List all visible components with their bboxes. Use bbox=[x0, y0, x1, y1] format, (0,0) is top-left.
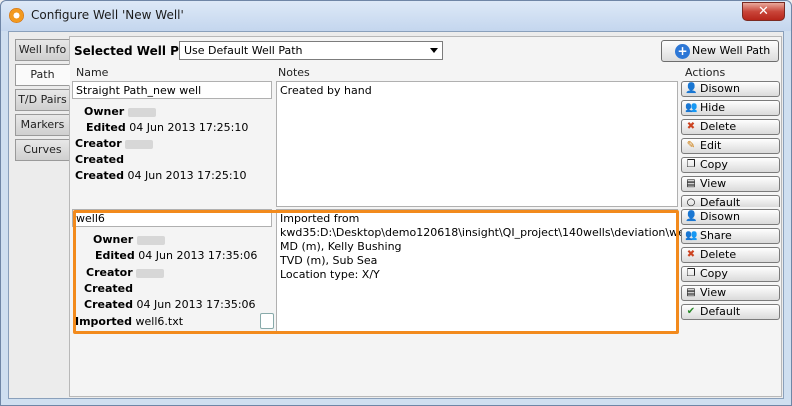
dialog-body: Well Info Path T/D Pairs Markers Curves … bbox=[8, 31, 784, 399]
delete-button[interactable]: ✖ Delete bbox=[681, 119, 780, 135]
creator-field: Creator bbox=[75, 137, 154, 150]
users-icon: 👥 bbox=[685, 230, 698, 241]
default-button[interactable]: ✔ Default bbox=[681, 304, 780, 320]
close-button[interactable]: ✕ bbox=[742, 2, 785, 21]
view-button[interactable]: ▤ View bbox=[681, 176, 780, 192]
checkmark-icon: ✔ bbox=[686, 306, 696, 317]
default-button[interactable]: ○ Default bbox=[681, 195, 780, 207]
created-date-field: Created 04 Jun 2013 17:25:10 bbox=[75, 169, 247, 182]
selected-path-highlight bbox=[73, 210, 679, 334]
chevron-down-icon bbox=[430, 48, 438, 53]
title-bar: Configure Well 'New Well' ✕ bbox=[1, 1, 791, 31]
plus-icon: + bbox=[675, 44, 690, 59]
path-panel: Selected Well Path Use Default Well Path… bbox=[69, 36, 782, 397]
tab-curves[interactable]: Curves bbox=[15, 139, 70, 161]
document-icon: ▤ bbox=[686, 287, 696, 298]
delete-button[interactable]: ✖ Delete bbox=[681, 247, 780, 263]
copy-icon: ❐ bbox=[686, 159, 696, 170]
path-row-1-notes[interactable]: Created by hand bbox=[276, 81, 678, 207]
copy-button[interactable]: ❐ Copy bbox=[681, 157, 780, 173]
user-icon: 👤 bbox=[685, 83, 698, 94]
window-title: Configure Well 'New Well' bbox=[31, 8, 184, 22]
hide-button[interactable]: 👥 Hide bbox=[681, 100, 780, 116]
app-logo-icon bbox=[9, 8, 24, 23]
disown-button[interactable]: 👤 Disown bbox=[681, 209, 780, 225]
tab-well-info[interactable]: Well Info bbox=[15, 39, 70, 61]
view-button[interactable]: ▤ View bbox=[681, 285, 780, 301]
edit-button[interactable]: ✎ Edit bbox=[681, 138, 780, 154]
configure-well-window: Configure Well 'New Well' ✕ Well Info Pa… bbox=[0, 0, 792, 406]
new-well-path-button[interactable]: + New Well Path bbox=[661, 40, 779, 62]
owner-field: Owner bbox=[84, 105, 156, 118]
copy-button[interactable]: ❐ Copy bbox=[681, 266, 780, 282]
disown-button[interactable]: 👤 Disown bbox=[681, 81, 780, 97]
path-name-input[interactable]: Straight Path_new well bbox=[72, 81, 272, 99]
path-row-1-name: Straight Path_new well Owner Edited 04 J… bbox=[72, 81, 275, 207]
tab-td-pairs[interactable]: T/D Pairs bbox=[15, 89, 70, 111]
edited-field: Edited 04 Jun 2013 17:25:10 bbox=[86, 121, 249, 134]
document-icon: ▤ bbox=[686, 178, 696, 189]
delete-icon: ✖ bbox=[686, 121, 696, 132]
tab-path[interactable]: Path bbox=[15, 64, 70, 86]
share-button[interactable]: 👥 Share bbox=[681, 228, 780, 244]
user-icon: 👤 bbox=[685, 211, 698, 222]
notes-line: Created by hand bbox=[280, 84, 372, 97]
copy-icon: ❐ bbox=[686, 268, 696, 279]
well-path-select-value: Use Default Well Path bbox=[184, 44, 303, 57]
column-header-actions: Actions bbox=[685, 66, 726, 79]
created-field: Created bbox=[75, 153, 124, 166]
new-well-path-label: New Well Path bbox=[692, 44, 771, 57]
delete-icon: ✖ bbox=[686, 249, 696, 260]
tab-markers[interactable]: Markers bbox=[15, 114, 70, 136]
pencil-icon: ✎ bbox=[686, 140, 696, 151]
radio-icon: ○ bbox=[686, 197, 696, 207]
column-header-notes: Notes bbox=[278, 66, 310, 79]
well-path-select[interactable]: Use Default Well Path bbox=[179, 41, 443, 60]
users-icon: 👥 bbox=[685, 102, 698, 113]
column-header-name: Name bbox=[76, 66, 109, 79]
